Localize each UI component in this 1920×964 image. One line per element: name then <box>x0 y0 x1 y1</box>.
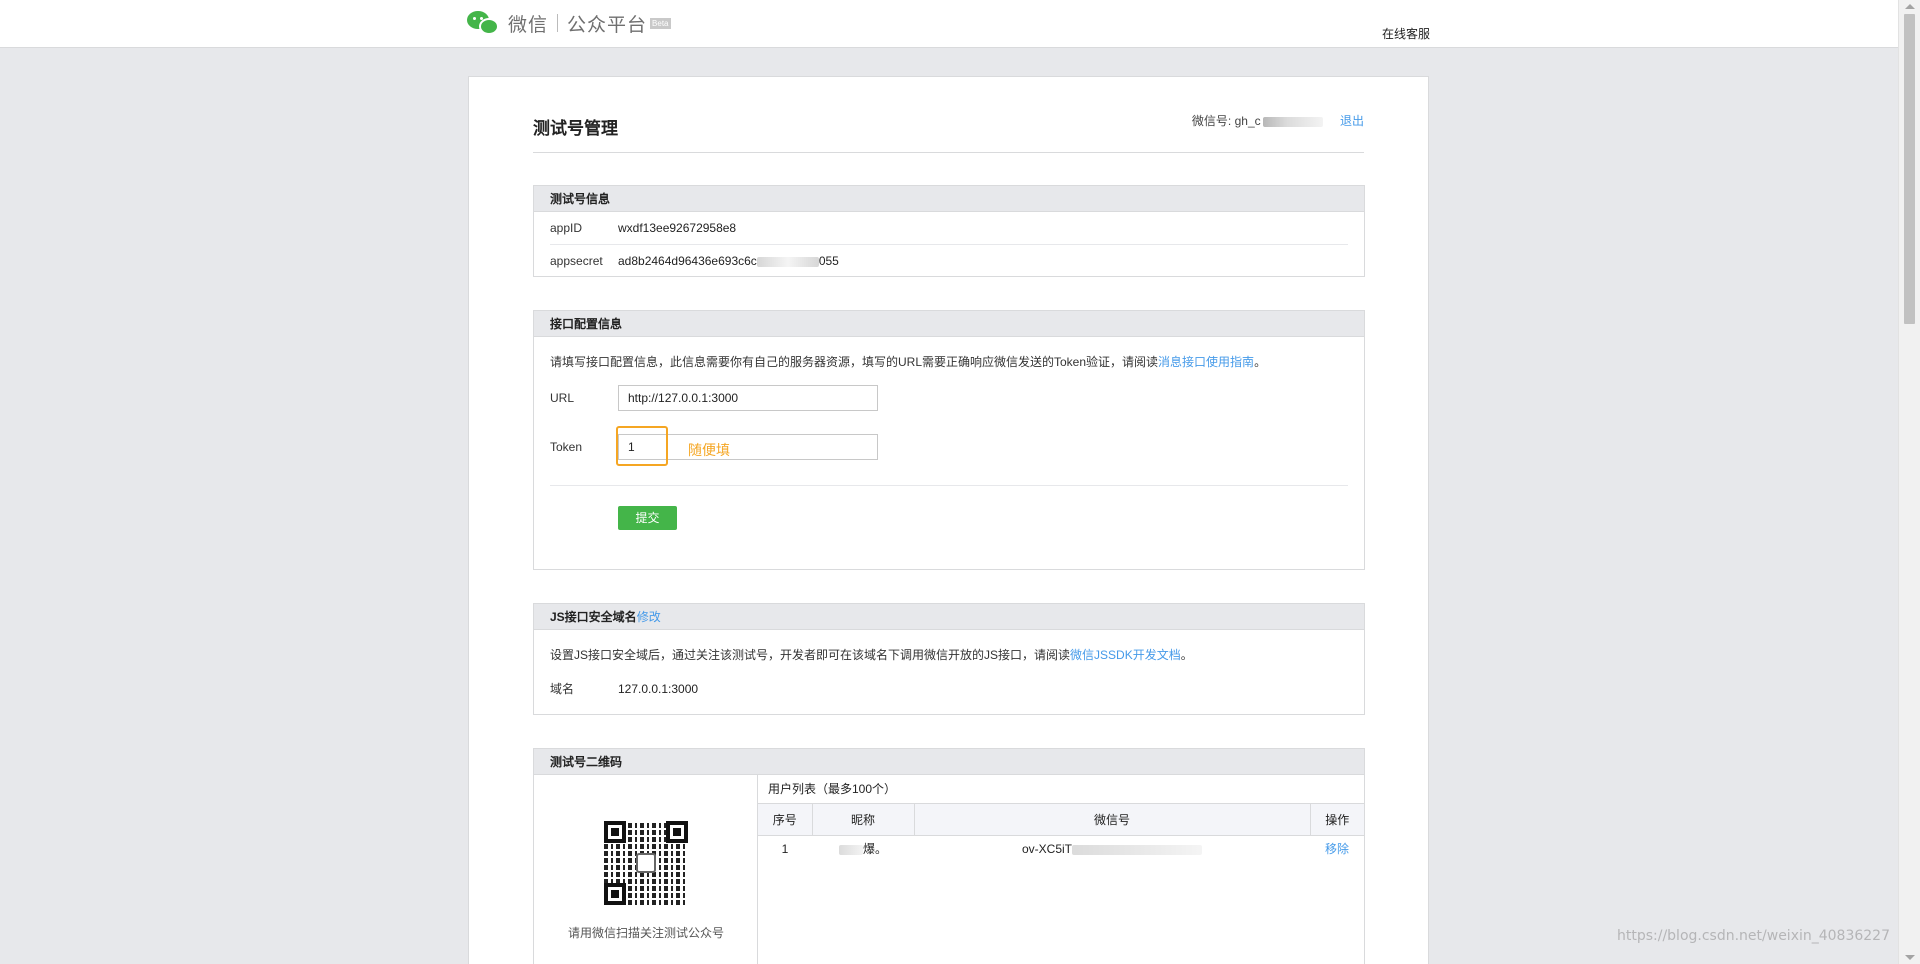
wechat-logo[interactable]: 微信 公众平台 Beta <box>466 8 671 38</box>
account-info: 微信号: gh_c 退出 <box>1192 112 1364 129</box>
scroll-thumb[interactable] <box>1904 14 1915 324</box>
wechat-icon <box>466 8 502 38</box>
guide-link[interactable]: 消息接口使用指南 <box>1158 355 1254 369</box>
qrcode-heading: 测试号二维码 <box>534 749 1364 775</box>
qrcode-image <box>604 821 688 905</box>
column-index: 序号 <box>758 803 813 836</box>
url-row: URL http://127.0.0.1:3000 <box>550 385 1350 411</box>
appid-label: appID <box>550 221 583 235</box>
nickname-text: 爆。 <box>862 842 887 857</box>
js-domain-heading: JS接口安全域名修改 <box>534 604 1364 630</box>
watermark: https://blog.csdn.net/weixin_40836227 <box>1616 928 1890 944</box>
brand-platform: 公众平台 <box>567 14 648 36</box>
top-bar: 微信 公众平台 Beta 在线客服 <box>0 0 1898 48</box>
vertical-scrollbar[interactable] <box>1898 0 1920 964</box>
interface-config-heading: 接口配置信息 <box>534 311 1364 337</box>
domain-row: 域名 127.0.0.1:3000 <box>550 676 1350 702</box>
title-divider <box>533 152 1364 153</box>
token-highlight-box <box>616 426 668 466</box>
test-info-panel: 测试号信息 appID wxdf13ee92672958e8 appsecret… <box>533 185 1365 277</box>
js-period: 。 <box>1180 648 1193 662</box>
submit-button[interactable]: 提交 <box>618 506 677 530</box>
qrcode-area: 请用微信扫描关注测试公众号 <box>534 775 758 964</box>
masked-account <box>1262 116 1323 127</box>
column-wechat-id: 微信号 <box>914 803 1311 836</box>
edit-domain-link[interactable]: 修改 <box>637 610 661 624</box>
row-index: 1 <box>781 841 789 856</box>
js-description-text: 设置JS接口安全域后，通过关注该测试号，开发者即可在该域名下调用微信开放的JS接… <box>550 648 1071 662</box>
period: 。 <box>1254 355 1267 369</box>
appsecret-label: appsecret <box>550 254 603 268</box>
online-service-link[interactable]: 在线客服 <box>1382 25 1430 42</box>
masked-wechat-id <box>1072 844 1202 855</box>
appid-row: appID wxdf13ee92672958e8 <box>550 212 1348 244</box>
js-domain-panel: JS接口安全域名修改 设置JS接口安全域后，通过关注该测试号，开发者即可在该域名… <box>533 603 1365 715</box>
appsecret-value: ad8b2464d96436e693c6c 055 <box>618 245 839 277</box>
form-divider <box>550 485 1348 486</box>
qrcode-caption: 请用微信扫描关注测试公众号 <box>567 926 724 940</box>
url-input[interactable]: http://127.0.0.1:3000 <box>618 385 878 411</box>
user-table: 序号 昵称 微信号 操作 1 爆。 ov-XC5iT 移除 <box>758 803 1364 862</box>
column-nickname: 昵称 <box>812 803 915 836</box>
page-title: 测试号管理 <box>533 119 618 138</box>
interface-config-panel: 接口配置信息 请填写接口配置信息，此信息需要你有自己的服务器资源，填写的URL需… <box>533 310 1365 570</box>
table-row: 1 爆。 ov-XC5iT 移除 <box>758 836 1364 862</box>
row-action: 移除 <box>1310 836 1364 862</box>
token-hint: 随便填 <box>688 442 730 458</box>
appsecret-suffix: 055 <box>818 254 839 268</box>
main-card: 测试号管理 微信号: gh_c 退出 测试号信息 appID wxdf13ee9… <box>468 76 1429 964</box>
token-row: Token 1 随便填 <box>550 426 1350 466</box>
appsecret-row: appsecret ad8b2464d96436e693c6c 055 <box>550 244 1348 276</box>
appid-value: wxdf13ee92672958e8 <box>618 221 737 235</box>
row-nickname: 爆。 <box>812 836 914 862</box>
remove-user-link[interactable]: 移除 <box>1325 842 1349 856</box>
beta-badge: Beta <box>650 17 671 29</box>
masked-secret <box>756 256 819 267</box>
column-action: 操作 <box>1310 803 1364 836</box>
user-list-title: 用户列表（最多100个） <box>768 782 897 796</box>
scroll-down-arrow-icon[interactable] <box>1905 955 1915 960</box>
interface-config-description: 请填写接口配置信息，此信息需要你有自己的服务器资源，填写的URL需要正确响应微信… <box>534 337 1364 370</box>
logout-link[interactable]: 退出 <box>1340 114 1364 128</box>
domain-value: 127.0.0.1:3000 <box>618 682 699 696</box>
appsecret-prefix: ad8b2464d96436e693c6c <box>618 254 757 268</box>
domain-label: 域名 <box>550 682 575 696</box>
js-domain-description: 设置JS接口安全域后，通过关注该测试号，开发者即可在该域名下调用微信开放的JS接… <box>534 630 1364 663</box>
brand-divider <box>557 14 559 32</box>
avatar-icon <box>636 853 656 873</box>
scroll-up-arrow-icon[interactable] <box>1905 4 1915 9</box>
account-value: gh_c <box>1234 114 1261 128</box>
qrcode-panel: 测试号二维码 请用微信扫描关注测试公众号 用户列表（最多100个） 序号 昵称 … <box>533 748 1365 964</box>
description-text: 请填写接口配置信息，此信息需要你有自己的服务器资源，填写的URL需要正确响应微信… <box>550 355 1159 369</box>
wechat-id-text: ov-XC5iT <box>1021 841 1072 856</box>
brand-wechat: 微信 <box>508 14 549 36</box>
js-domain-title: JS接口安全域名 <box>550 610 637 624</box>
row-wechat-id: ov-XC5iT <box>914 836 1310 862</box>
jssdk-doc-link[interactable]: 微信JSSDK开发文档 <box>1070 648 1181 662</box>
masked-nickname <box>838 845 863 856</box>
url-label: URL <box>550 391 575 405</box>
account-label: 微信号: <box>1191 114 1232 128</box>
test-info-heading: 测试号信息 <box>534 186 1364 212</box>
table-header-row: 序号 昵称 微信号 操作 <box>758 803 1364 836</box>
token-label: Token <box>550 440 583 454</box>
user-list: 用户列表（最多100个） 序号 昵称 微信号 操作 1 爆。 ov-XC5iT <box>758 775 1364 862</box>
